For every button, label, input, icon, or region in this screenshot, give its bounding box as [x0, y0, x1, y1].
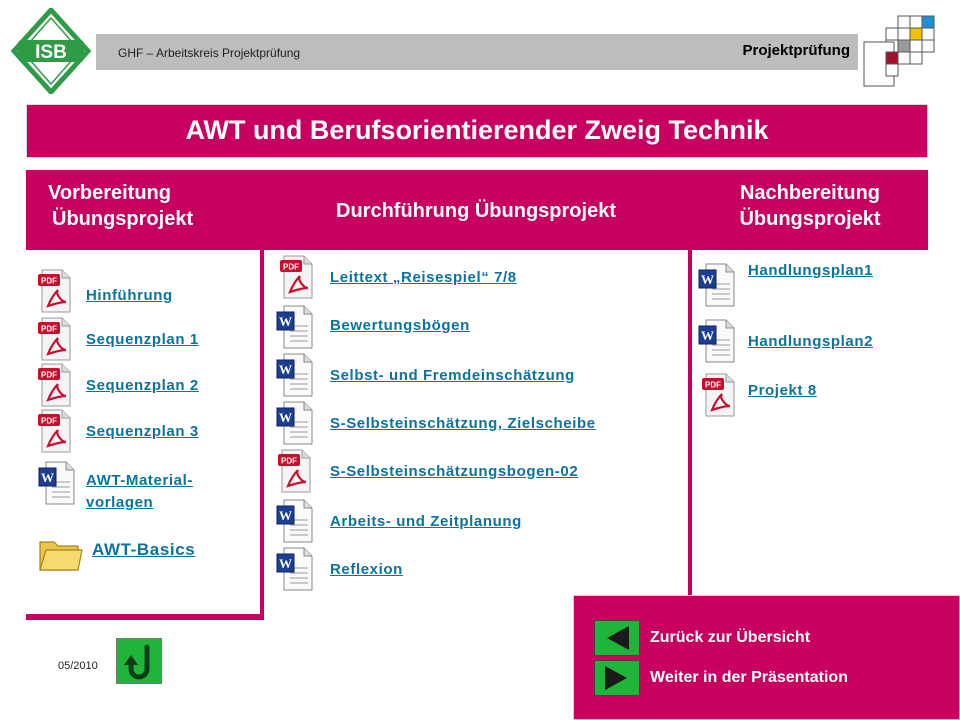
- link-line[interactable]: vorlagen: [86, 492, 193, 514]
- date-label: 05/2010: [58, 660, 98, 672]
- word-icon: [276, 546, 314, 592]
- heading-line: Übungsprojekt: [52, 208, 194, 230]
- link-bewertungsboegen[interactable]: Bewertungsbögen: [330, 317, 470, 334]
- pdf-icon: [278, 254, 316, 300]
- content-table: Vorbereitung Übungsprojekt Durchführung …: [26, 170, 928, 620]
- column-durchfuehrung: Leittext „Reisespiel“ 7/8 Bewertungsböge…: [264, 250, 688, 620]
- pdf-icon: [36, 316, 74, 362]
- link-selbsteinschaetzungsbogen[interactable]: S-Selbsteinschätzungsbogen-02: [330, 463, 578, 480]
- title-bar: AWT und Berufsorientierender Zweig Techn…: [26, 104, 928, 158]
- page-title: AWT und Berufsorientierender Zweig Techn…: [185, 115, 769, 145]
- next-presentation-button[interactable]: Weiter in der Präsentation: [594, 660, 848, 696]
- list-item-awt-material[interactable]: AWT-Material- vorlagen: [38, 460, 193, 514]
- return-arrow-icon: [124, 644, 150, 680]
- navigation-panel: Zurück zur Übersicht Weiter in der Präse…: [573, 595, 960, 720]
- list-item-projekt-8[interactable]: Projekt 8: [700, 372, 817, 418]
- list-item-sequenzplan-3[interactable]: Sequenzplan 3: [36, 408, 199, 454]
- link-arbeits-zeitplanung[interactable]: Arbeits- und Zeitplanung: [330, 513, 522, 530]
- link-leittext[interactable]: Leittext „Reisespiel“ 7/8: [330, 269, 517, 286]
- grid-logo: [862, 12, 946, 92]
- pdf-icon: [36, 268, 74, 314]
- folder-icon: [38, 534, 84, 574]
- word-icon: [698, 318, 736, 364]
- list-item-leittext[interactable]: Leittext „Reisespiel“ 7/8: [278, 254, 517, 300]
- column-heading-nachbereitung: Nachbereitung Übungsprojekt: [692, 180, 928, 232]
- next-label[interactable]: Weiter in der Präsentation: [650, 669, 848, 687]
- pdf-icon: [36, 408, 74, 454]
- header-subtitle: GHF – Arbeitskreis Projektprüfung: [118, 46, 301, 60]
- word-icon: [38, 460, 76, 506]
- pdf-icon: [276, 448, 314, 494]
- list-item-selbsteinschaetzungsbogen[interactable]: S-Selbsteinschätzungsbogen-02: [276, 448, 578, 494]
- link-sequenzplan-2[interactable]: Sequenzplan 2: [86, 377, 199, 394]
- link-handlungsplan2[interactable]: Handlungsplan2: [748, 333, 873, 350]
- list-item-sequenzplan-2[interactable]: Sequenzplan 2: [36, 362, 199, 408]
- list-item-bewertungsboegen[interactable]: Bewertungsbögen: [276, 304, 470, 350]
- list-item-hinfuehrung[interactable]: Hinführung: [36, 268, 173, 314]
- link-sequenzplan-3[interactable]: Sequenzplan 3: [86, 423, 199, 440]
- link-sequenzplan-1[interactable]: Sequenzplan 1: [86, 331, 199, 348]
- isb-logo: ISB: [10, 6, 92, 96]
- column-heading-vorbereitung: Vorbereitung Übungsprojekt: [26, 180, 260, 232]
- link-handlungsplan1[interactable]: Handlungsplan1: [748, 262, 873, 279]
- link-hinfuehrung[interactable]: Hinführung: [86, 287, 173, 304]
- word-icon: [276, 498, 314, 544]
- list-item-selbst-fremdeinschaetzung[interactable]: Selbst- und Fremdeinschätzung: [276, 352, 575, 398]
- logo-text: ISB: [35, 42, 67, 63]
- heading-line: Übungsprojekt: [739, 208, 881, 230]
- link-awt-basics[interactable]: AWT-Basics: [92, 540, 195, 560]
- link-line[interactable]: AWT-Material-: [86, 470, 193, 492]
- link-reflexion[interactable]: Reflexion: [330, 561, 403, 578]
- header-title: Projektprüfung: [742, 42, 851, 59]
- word-icon: [276, 352, 314, 398]
- column-heading-durchfuehrung: Durchführung Übungsprojekt: [264, 198, 688, 224]
- list-item-reflexion[interactable]: Reflexion: [276, 546, 403, 592]
- triangle-right-icon: [605, 666, 627, 690]
- column-nachbereitung: Handlungsplan1 Handlungsplan2 Projekt 8: [692, 250, 928, 620]
- link-selbst-fremdeinschaetzung[interactable]: Selbst- und Fremdeinschätzung: [330, 367, 575, 384]
- link-zielscheibe[interactable]: S-Selbsteinschätzung, Zielscheibe: [330, 415, 596, 432]
- word-icon: [276, 400, 314, 446]
- pdf-icon: [36, 362, 74, 408]
- word-icon: [698, 262, 736, 308]
- back-label[interactable]: Zurück zur Übersicht: [650, 629, 810, 647]
- heading-line: Nachbereitung: [739, 182, 881, 204]
- header-bar: GHF – Arbeitskreis Projektprüfung Projek…: [96, 34, 858, 70]
- list-item-zielscheibe[interactable]: S-Selbsteinschätzung, Zielscheibe: [276, 400, 596, 446]
- list-item-sequenzplan-1[interactable]: Sequenzplan 1: [36, 316, 199, 362]
- home-button[interactable]: [116, 638, 162, 684]
- word-icon: [276, 304, 314, 350]
- column-vorbereitung: Hinführung Sequenzplan 1 Sequenzplan 2 S…: [26, 250, 260, 614]
- triangle-left-icon: [607, 626, 629, 650]
- heading-line: Durchführung Übungsprojekt: [336, 200, 616, 222]
- link-projekt-8[interactable]: Projekt 8: [748, 382, 817, 399]
- list-item-handlungsplan1[interactable]: Handlungsplan1: [698, 262, 873, 308]
- back-button[interactable]: [594, 620, 640, 656]
- list-item-awt-basics[interactable]: AWT-Basics: [38, 534, 195, 574]
- heading-line: Vorbereitung: [48, 182, 171, 204]
- next-button[interactable]: [594, 660, 640, 696]
- list-item-arbeits-zeitplanung[interactable]: Arbeits- und Zeitplanung: [276, 498, 522, 544]
- pdf-icon: [700, 372, 738, 418]
- link-awt-material[interactable]: AWT-Material- vorlagen: [86, 470, 193, 514]
- list-item-handlungsplan2[interactable]: Handlungsplan2: [698, 318, 873, 364]
- back-to-overview-button[interactable]: Zurück zur Übersicht: [594, 620, 810, 656]
